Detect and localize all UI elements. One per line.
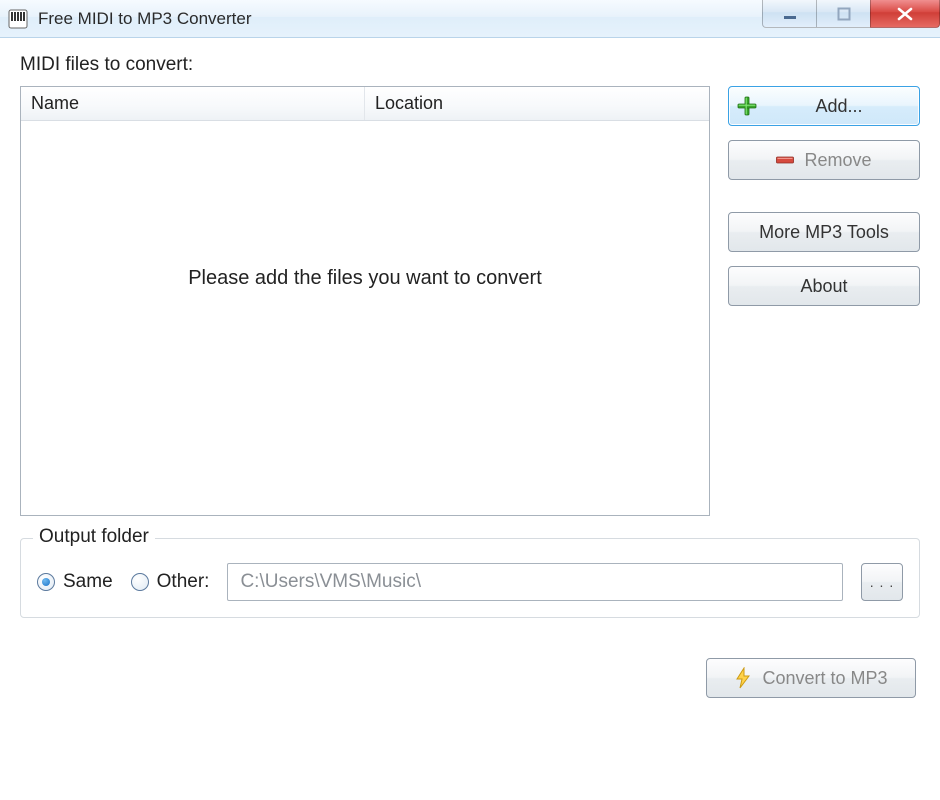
column-location[interactable]: Location (365, 87, 685, 120)
radio-other-label: Other: (157, 571, 210, 593)
side-buttons: Add... Remove More MP3 Tools About (728, 86, 920, 516)
footer: Convert to MP3 (20, 658, 920, 698)
file-list-body: Please add the files you want to convert (21, 121, 709, 515)
close-button[interactable] (870, 0, 940, 28)
add-button-label: Add... (767, 96, 911, 117)
radio-same-dot (42, 578, 50, 586)
more-tools-button[interactable]: More MP3 Tools (728, 212, 920, 252)
convert-button-label: Convert to MP3 (762, 668, 887, 689)
output-folder-title: Output folder (33, 526, 155, 548)
radio-same-circle (37, 573, 55, 591)
minimize-icon (783, 7, 797, 21)
titlebar: Free MIDI to MP3 Converter (0, 0, 940, 38)
close-icon (897, 7, 913, 21)
window-controls (763, 0, 940, 28)
files-to-convert-label: MIDI files to convert: (20, 54, 920, 76)
browse-button[interactable]: . . . (861, 563, 903, 601)
convert-button[interactable]: Convert to MP3 (706, 658, 916, 698)
lightning-icon (734, 667, 752, 689)
minus-icon (776, 155, 794, 165)
radio-same-label: Same (63, 571, 113, 593)
radio-other-circle (131, 573, 149, 591)
about-button[interactable]: About (728, 266, 920, 306)
maximize-icon (837, 7, 851, 21)
about-button-label: About (800, 276, 847, 297)
file-list[interactable]: Name Location Please add the files you w… (20, 86, 710, 516)
radio-other[interactable]: Other: (131, 571, 210, 593)
output-path-value: C:\Users\VMS\Music\ (240, 571, 421, 593)
browse-button-label: . . . (870, 574, 894, 590)
minimize-button[interactable] (762, 0, 817, 28)
window-title: Free MIDI to MP3 Converter (38, 9, 252, 29)
column-spacer (685, 87, 709, 120)
client-area: MIDI files to convert: Name Location Ple… (0, 38, 940, 710)
column-name[interactable]: Name (21, 87, 365, 120)
file-list-header: Name Location (21, 87, 709, 121)
radio-same[interactable]: Same (37, 571, 113, 593)
output-path-input[interactable]: C:\Users\VMS\Music\ (227, 563, 843, 601)
file-list-placeholder: Please add the files you want to convert (188, 267, 542, 290)
maximize-button[interactable] (816, 0, 871, 28)
output-folder-group: Output folder Same Other: C:\Users\VMS\M… (20, 538, 920, 618)
app-icon (8, 9, 28, 29)
remove-button-label: Remove (804, 150, 871, 171)
remove-button[interactable]: Remove (728, 140, 920, 180)
add-button[interactable]: Add... (728, 86, 920, 126)
plus-icon (737, 96, 757, 116)
more-tools-button-label: More MP3 Tools (759, 222, 889, 243)
